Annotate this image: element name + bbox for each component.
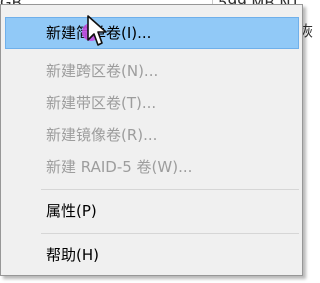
menu-item-new-mirrored-volume[interactable]: 新建镜像卷(R)...	[5, 119, 299, 151]
context-menu: 新建简单卷(I)... 新建跨区卷(N)... 新建带区卷(T)... 新建镜像…	[0, 4, 303, 276]
menu-item-help[interactable]: 帮助(H)	[5, 239, 299, 271]
menu-item-new-striped-volume[interactable]: 新建带区卷(T)...	[5, 87, 299, 119]
menu-item-new-simple-volume[interactable]: 新建简单卷(I)...	[5, 17, 299, 49]
menu-item-properties[interactable]: 属性(P)	[5, 195, 299, 227]
menu-item-new-raid5-volume[interactable]: 新建 RAID-5 卷(W)...	[5, 151, 299, 183]
menu-separator	[41, 189, 299, 190]
menu-item-new-spanned-volume[interactable]: 新建跨区卷(N)...	[5, 55, 299, 87]
mouse-pointer-icon	[87, 15, 107, 46]
menu-separator	[41, 233, 299, 234]
